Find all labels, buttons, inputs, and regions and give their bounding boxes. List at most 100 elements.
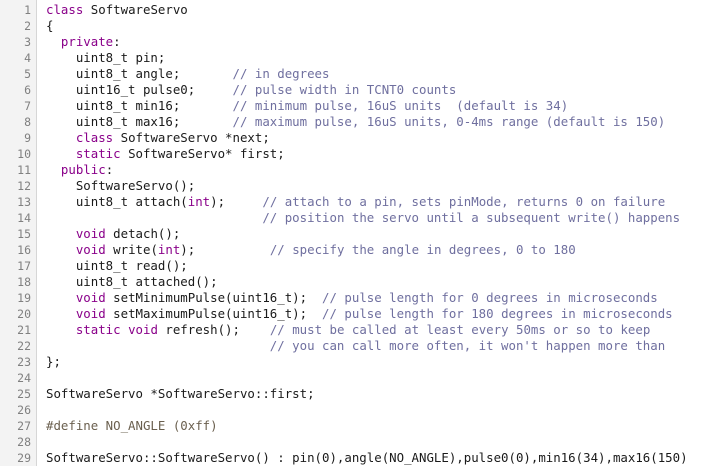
code-keyword: class [75,130,114,145]
code-token: SoftwareServo(); [46,178,196,193]
code-comment: // maximum pulse, 16uS units, 0-4ms rang… [232,114,666,129]
code-keyword: static [75,146,121,161]
code-text: public: [46,162,113,178]
code-text: void setMaximumPulse(uint16_t); // pulse… [46,306,673,322]
code-token: SoftwareServo [83,2,188,17]
code-text: class SoftwareServo *next; [46,130,270,146]
code-line[interactable]: 10 static SoftwareServo* first; [0,146,722,162]
code-line[interactable]: 18 uint8_t attached(); [0,274,722,290]
code-token: uint16_t pulse0; [46,82,233,97]
line-number: 2 [24,19,31,33]
code-line[interactable]: 20 void setMaximumPulse(uint16_t); // pu… [0,306,722,322]
line-number: 9 [24,131,31,145]
code-line[interactable]: 22 // you can call more often, it won't … [0,338,722,354]
line-number: 27 [17,419,31,433]
code-keyword: private [60,34,114,49]
code-text: uint8_t min16; // minimum pulse, 16uS un… [46,98,568,114]
code-token: ); [210,194,263,209]
code-keyword: void [128,322,158,337]
code-line[interactable]: 24 [0,370,722,386]
line-number: 18 [17,275,31,289]
code-line[interactable]: 16 void write(int); // specify the angle… [0,242,722,258]
code-line[interactable]: 23}; [0,354,722,370]
code-text: uint8_t max16; // maximum pulse, 16uS un… [46,114,665,130]
code-line[interactable]: 27 #define NO_ANGLE (0xff) [0,418,722,434]
code-token: setMinimumPulse(uint16_t); [105,290,323,305]
code-line[interactable]: 28 [0,434,722,450]
code-line[interactable]: 14 // position the servo until a subsequ… [0,210,722,226]
code-line[interactable]: 17 uint8_t read(); [0,258,722,274]
line-number: 3 [24,35,31,49]
line-number: 29 [17,451,31,465]
code-line[interactable]: 12 SoftwareServo(); [0,178,722,194]
line-number: 4 [24,51,31,65]
code-line[interactable]: 4 uint8_t pin; [0,50,722,66]
code-line[interactable]: 7 uint8_t min16; // minimum pulse, 16uS … [0,98,722,114]
code-line[interactable]: 29 SoftwareServo::SoftwareServo() : pin(0… [0,450,722,466]
line-number: 22 [17,339,31,353]
code-text: uint8_t pin; [46,50,166,66]
code-comment: // you can call more often, it won't hap… [269,338,666,353]
code-text: uint16_t pulse0; // pulse width in TCNT0… [46,82,456,98]
code-text: class SoftwareServo [46,2,188,18]
code-keyword: void [75,226,106,241]
code-token: write( [105,242,158,257]
code-text: SoftwareServo::SoftwareServo() : pin(0),… [46,450,688,466]
code-keyword: int [187,194,211,209]
line-number: 28 [17,435,31,449]
code-token: uint8_t pin; [46,50,166,65]
code-line[interactable]: 6 uint16_t pulse0; // pulse width in TCN… [0,82,722,98]
code-line[interactable]: 5 uint8_t angle; // in degrees [0,66,722,82]
code-line[interactable]: 21 static void refresh(); // must be cal… [0,322,722,338]
code-line[interactable]: 15 void detach(); [0,226,722,242]
line-number: 12 [17,179,31,193]
code-keyword: void [75,242,106,257]
code-keyword: class [46,2,84,17]
code-token: { [46,18,54,33]
line-number: 14 [17,211,31,225]
code-text: uint8_t read(); [46,258,188,274]
code-line[interactable]: 3 private: [0,34,722,50]
code-comment: // position the servo until a subsequent… [262,210,681,225]
code-line[interactable]: 25 SoftwareServo *SoftwareServo::first; [0,386,722,402]
code-text: // you can call more often, it won't hap… [46,338,665,354]
code-text: SoftwareServo(); [46,178,195,194]
code-line[interactable]: 11 public: [0,162,722,178]
code-text: }; [46,354,61,370]
code-text: uint8_t attached(); [46,274,218,290]
code-line[interactable]: 19 void setMinimumPulse(uint16_t); // pu… [0,290,722,306]
code-token: refresh(); [157,322,270,337]
code-text: private: [46,34,121,50]
code-line[interactable]: 26 [0,402,722,418]
line-number: 21 [17,323,31,337]
code-line[interactable]: 1 class SoftwareServo [0,2,722,18]
code-text: #define NO_ANGLE (0xff) [46,418,218,434]
code-keyword: void [75,306,106,321]
code-comment: // specify the angle in degrees, 0 to 18… [269,242,576,257]
code-line[interactable]: 8 uint8_t max16; // maximum pulse, 16uS … [0,114,722,130]
code-editor[interactable]: 1 class SoftwareServo 2{3 private: 4 uint8_… [0,0,722,466]
line-number: 25 [17,387,31,401]
line-number: 20 [17,307,31,321]
line-number: 7 [24,99,31,113]
code-line[interactable]: 2{ [0,18,722,34]
code-token: }; [46,354,61,369]
code-token: ); [180,242,270,257]
code-token: SoftwareServo *SoftwareServo::first; [46,386,315,401]
code-line[interactable]: 13 uint8_t attach(int); // attach to a p… [0,194,722,210]
code-text: void write(int); // specify the angle in… [46,242,576,258]
line-number: 17 [17,259,31,273]
code-token: uint8_t read(); [46,258,188,273]
code-line[interactable]: 9 class SoftwareServo *next; [0,130,722,146]
line-number: 1 [24,3,31,17]
line-number: 24 [17,371,31,385]
